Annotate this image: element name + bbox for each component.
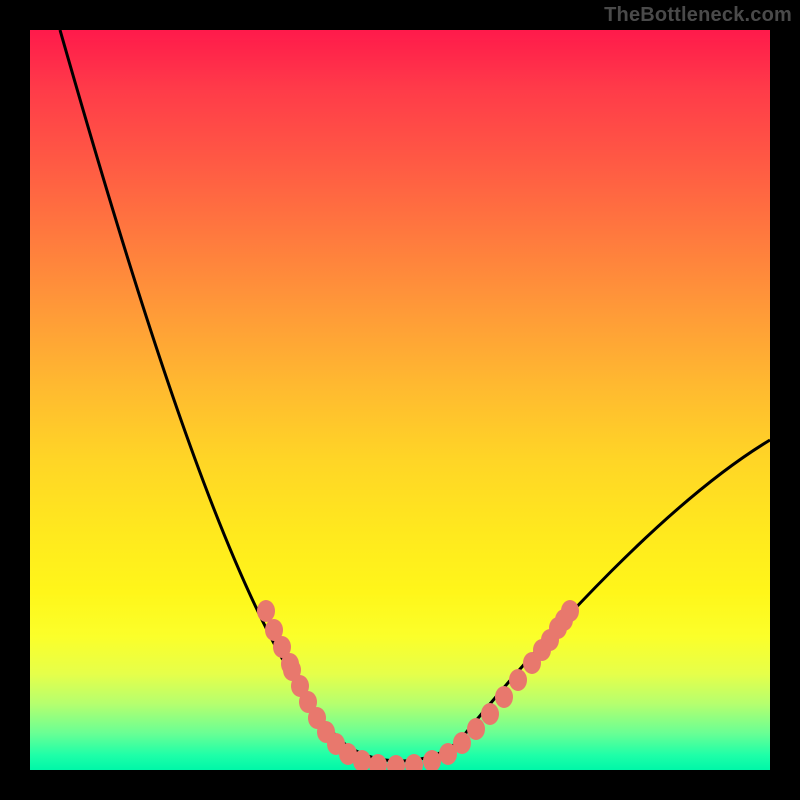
marker-dot (561, 600, 579, 622)
marker-dot (467, 718, 485, 740)
marker-dot (495, 686, 513, 708)
marker-dot (453, 732, 471, 754)
marker-dot (257, 600, 275, 622)
bottleneck-curve (60, 30, 770, 761)
marker-group (257, 600, 579, 770)
chart-svg (30, 30, 770, 770)
chart-frame (30, 30, 770, 770)
marker-dot (481, 703, 499, 725)
marker-dot (405, 754, 423, 770)
marker-dot (509, 669, 527, 691)
watermark-text: TheBottleneck.com (604, 4, 792, 27)
marker-dot (387, 755, 405, 770)
